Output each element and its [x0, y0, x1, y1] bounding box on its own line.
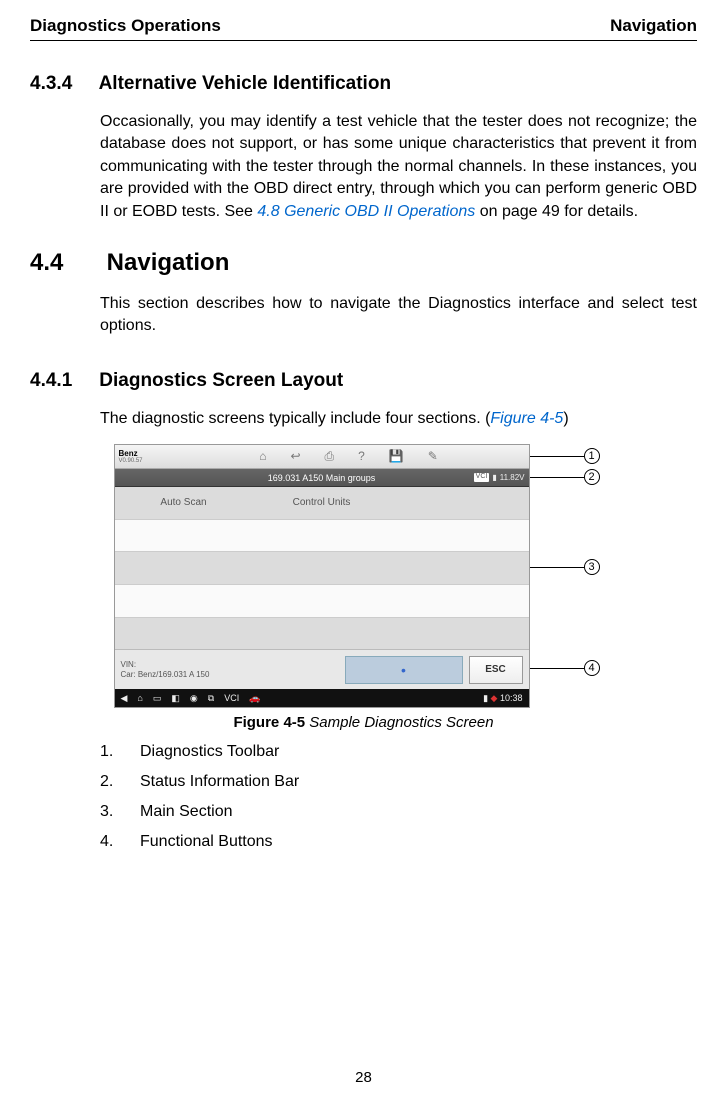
print-icon[interactable]: ⎙: [325, 449, 335, 464]
list-index: 1.: [100, 743, 140, 761]
car-label: Car: Benz/169.031 A 150: [121, 670, 345, 680]
heading-number: 4.4.1: [30, 370, 94, 392]
diagnostics-screenshot: Benz V0.90.57 ⌂ ↩ ⎙ ? 💾 ✎ 169.031 A150 M…: [114, 444, 530, 708]
heading-text: Diagnostics Screen Layout: [99, 370, 343, 391]
figure-caption: Figure 4-5 Sample Diagnostics Screen: [30, 714, 697, 731]
status-title: 169.031 A150 Main groups: [268, 473, 376, 483]
battery-indicator: VCI ▮ 11.82V: [474, 473, 525, 482]
text-run: ): [563, 410, 568, 427]
recent-nav-icon[interactable]: ▭: [153, 693, 162, 704]
list-item: 3.Main Section: [100, 803, 697, 821]
list-item: 2.Status Information Bar: [100, 773, 697, 791]
vin-label: VIN:: [121, 660, 345, 670]
home-nav-icon[interactable]: ⌂: [137, 693, 142, 704]
heading-number: 4.3.4: [30, 73, 94, 95]
list-text: Status Information Bar: [140, 773, 299, 791]
car-nav-icon[interactable]: 🚗: [249, 693, 260, 704]
figure-4-5: Benz V0.90.57 ⌂ ↩ ⎙ ? 💾 ✎ 169.031 A150 M…: [30, 444, 697, 708]
system-time: ▮ ◆ 10:38: [483, 693, 522, 704]
page-number: 28: [0, 1069, 727, 1086]
paragraph-4-4-1: The diagnostic screens typically include…: [100, 408, 697, 430]
callout-4: 4: [584, 660, 600, 676]
back-icon[interactable]: ↩: [290, 449, 300, 464]
page-header: Diagnostics Operations Navigation: [30, 0, 697, 41]
empty-cell: [391, 487, 529, 519]
callout-line: [530, 668, 584, 669]
heading-text: Navigation: [107, 249, 230, 276]
save-icon[interactable]: 💾: [389, 449, 404, 464]
main-section: Auto Scan Control Units: [115, 487, 529, 649]
back-nav-icon[interactable]: ◀: [121, 693, 128, 704]
callout-3: 3: [584, 559, 600, 575]
control-units-button[interactable]: Control Units: [253, 487, 391, 519]
paragraph-4-3-4: Occasionally, you may identify a test ve…: [100, 111, 697, 223]
cross-ref-link[interactable]: 4.8 Generic OBD II Operations: [257, 203, 475, 220]
battery-icon: ▮: [492, 473, 496, 482]
battery-voltage: 11.82V: [500, 473, 525, 482]
edit-icon[interactable]: ✎: [428, 449, 438, 464]
functional-buttons-bar: VIN: Car: Benz/169.031 A 150 • ESC: [115, 649, 529, 689]
callout-2: 2: [584, 469, 600, 485]
version-label: V0.90.57: [119, 458, 169, 464]
list-index: 3.: [100, 803, 140, 821]
heading-4-4: 4.4 Navigation: [30, 249, 697, 277]
caption-label: Figure 4-5: [233, 714, 305, 731]
auto-scan-button[interactable]: Auto Scan: [115, 487, 253, 519]
paragraph-4-4: This section describes how to navigate t…: [100, 293, 697, 338]
vci-nav-label: VCI: [224, 693, 239, 704]
callout-line: [530, 477, 584, 478]
esc-button[interactable]: ESC: [469, 656, 523, 684]
list-text: Functional Buttons: [140, 833, 273, 851]
heading-4-3-4: 4.3.4 Alternative Vehicle Identification: [30, 73, 697, 95]
text-run: on page 49 for details.: [475, 203, 638, 220]
list-index: 4.: [100, 833, 140, 851]
android-system-bar: ◀ ⌂ ▭ ◧ ◉ ⧉ VCI 🚗 ▮ ◆ 10:38: [115, 689, 529, 707]
heading-text: Alternative Vehicle Identification: [99, 73, 391, 94]
callout-line: [530, 456, 584, 457]
help-icon[interactable]: ?: [358, 449, 365, 464]
callout-1: 1: [584, 448, 600, 464]
figure-ref-link[interactable]: Figure 4-5: [490, 410, 563, 427]
header-right: Navigation: [610, 16, 697, 36]
home-icon[interactable]: ⌂: [259, 449, 266, 464]
screenshot-nav-icon[interactable]: ⧉: [208, 693, 214, 704]
diagnostics-toolbar: Benz V0.90.57 ⌂ ↩ ⎙ ? 💾 ✎: [115, 445, 529, 469]
vehicle-brand: Benz: [119, 449, 138, 458]
camera-nav-icon[interactable]: ◉: [190, 693, 198, 704]
callout-line: [530, 567, 584, 568]
app-nav-icon[interactable]: ◧: [171, 693, 180, 704]
heading-4-4-1: 4.4.1 Diagnostics Screen Layout: [30, 370, 697, 392]
action-button[interactable]: •: [345, 656, 463, 684]
header-left: Diagnostics Operations: [30, 16, 221, 36]
text-run: The diagnostic screens typically include…: [100, 410, 490, 427]
heading-number: 4.4: [30, 249, 100, 277]
list-item: 1.Diagnostics Toolbar: [100, 743, 697, 761]
vci-tag: VCI: [474, 473, 490, 481]
list-item: 4.Functional Buttons: [100, 833, 697, 851]
list-text: Main Section: [140, 803, 233, 821]
list-text: Diagnostics Toolbar: [140, 743, 279, 761]
status-information-bar: 169.031 A150 Main groups VCI ▮ 11.82V: [115, 469, 529, 487]
layout-sections-list: 1.Diagnostics Toolbar 2.Status Informati…: [100, 743, 697, 851]
list-index: 2.: [100, 773, 140, 791]
caption-text: Sample Diagnostics Screen: [305, 714, 493, 731]
